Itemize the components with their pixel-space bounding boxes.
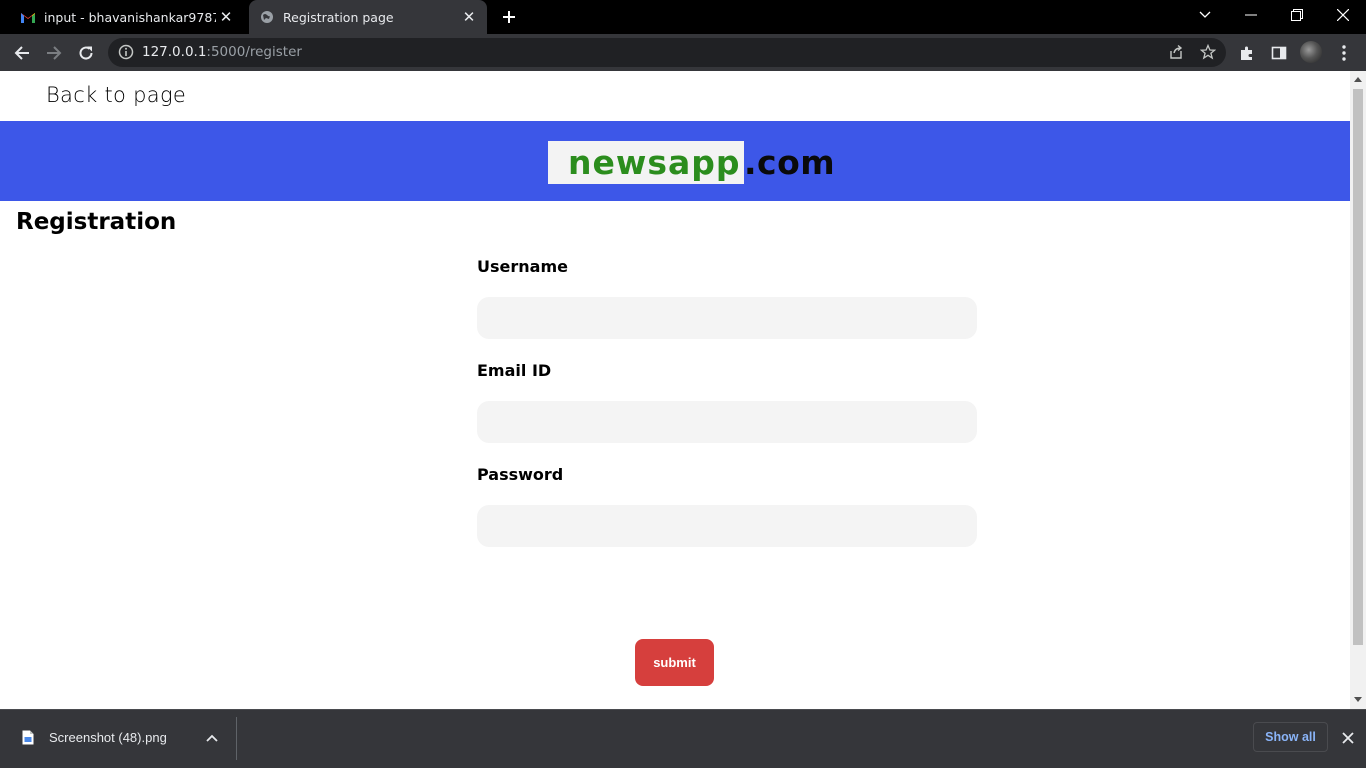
scroll-down-arrow-icon[interactable]	[1354, 697, 1362, 702]
email-input[interactable]	[477, 401, 977, 443]
download-bar: Screenshot (48).png Show all	[0, 709, 1366, 768]
page-scrollbar[interactable]	[1350, 71, 1366, 709]
back-arrow-icon[interactable]	[8, 39, 36, 67]
url-path: :5000/register	[206, 44, 302, 60]
close-download-bar-icon[interactable]	[1338, 728, 1358, 748]
profile-avatar[interactable]	[1300, 41, 1322, 63]
email-label: Email ID	[477, 361, 552, 380]
file-icon	[22, 730, 34, 745]
extensions-puzzle-icon[interactable]	[1233, 39, 1261, 67]
close-tab-icon[interactable]: ✕	[459, 7, 479, 27]
submit-button[interactable]: submit	[635, 639, 714, 686]
minimize-icon[interactable]	[1228, 0, 1274, 30]
side-panel-icon[interactable]	[1265, 39, 1293, 67]
password-label: Password	[477, 465, 564, 484]
logo-suffix: .com	[744, 143, 836, 182]
password-input[interactable]	[477, 505, 977, 547]
site-banner: newsapp .com	[0, 121, 1350, 201]
tab-search-chevron-down-icon[interactable]	[1182, 0, 1228, 30]
show-all-button[interactable]: Show all	[1253, 722, 1328, 752]
divider	[236, 717, 237, 760]
url-text: 127.0.0.1:5000/register	[142, 44, 302, 60]
tab-gmail[interactable]: input - bhavanishankar9787@gm ✕	[8, 0, 244, 34]
forward-arrow-icon[interactable]	[40, 39, 68, 67]
close-tab-icon[interactable]: ✕	[216, 7, 236, 27]
back-to-page-link[interactable]: Back to page	[46, 83, 186, 107]
window-close-icon[interactable]	[1320, 0, 1366, 30]
chrome-menu-icon[interactable]	[1330, 39, 1358, 67]
tab-title: input - bhavanishankar9787@gm	[44, 9, 216, 25]
new-tab-icon[interactable]	[497, 5, 521, 29]
scroll-thumb[interactable]	[1353, 89, 1363, 645]
chevron-up-icon[interactable]	[204, 730, 220, 746]
url-host: 127.0.0.1	[142, 44, 207, 60]
restore-icon[interactable]	[1274, 0, 1320, 30]
gmail-icon	[20, 9, 36, 25]
tab-title: Registration page	[283, 9, 394, 25]
download-file-name[interactable]: Screenshot (48).png	[49, 730, 167, 745]
globe-icon	[259, 9, 275, 25]
bookmark-star-icon[interactable]	[1199, 43, 1217, 61]
tab-strip: input - bhavanishankar9787@gm ✕ Registra…	[0, 0, 1366, 34]
page-title: Registration	[16, 209, 177, 235]
reload-icon[interactable]	[72, 39, 100, 67]
tab-registration[interactable]: Registration page ✕	[249, 0, 487, 34]
username-input[interactable]	[477, 297, 977, 339]
share-icon[interactable]	[1167, 43, 1185, 61]
logo-name: newsapp	[568, 143, 741, 182]
site-info-icon[interactable]	[118, 44, 134, 60]
address-bar[interactable]: 127.0.0.1:5000/register	[108, 38, 1226, 67]
page-viewport: Back to page newsapp .com Registration U…	[0, 71, 1350, 709]
browser-toolbar: 127.0.0.1:5000/register	[0, 34, 1366, 71]
username-label: Username	[477, 257, 568, 276]
scroll-up-arrow-icon[interactable]	[1354, 77, 1362, 82]
